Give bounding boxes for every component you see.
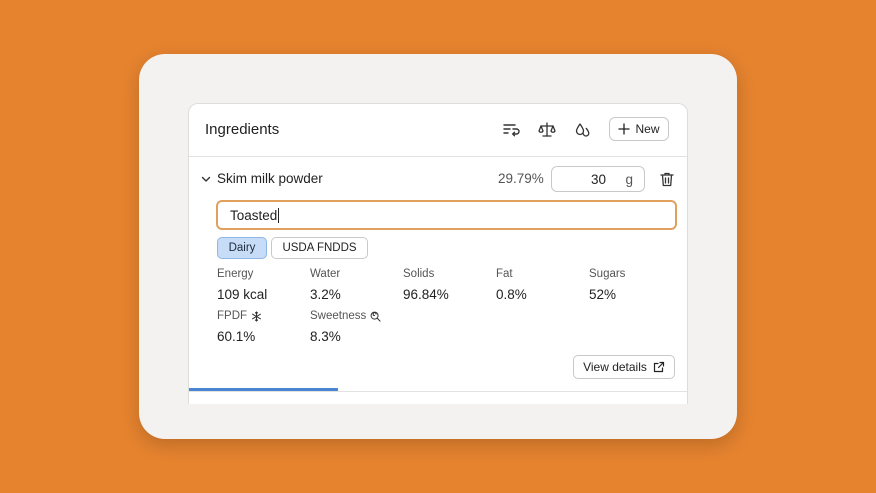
stat-sweetness-value: 8.3% (310, 329, 341, 344)
stat-fpdf: FPDF (217, 310, 262, 322)
note-input-value: Toasted (230, 207, 278, 223)
drops-icon[interactable] (574, 121, 592, 139)
stat-water-value: 3.2% (310, 287, 341, 302)
stat-water-label: Water (310, 268, 341, 280)
tag-label: USDA FNDDS (282, 242, 357, 254)
chevron-down-icon[interactable] (200, 173, 212, 185)
view-details-button[interactable]: View details (573, 355, 675, 379)
ingredient-name: Skim milk powder (217, 171, 323, 186)
tag-label: Dairy (228, 242, 256, 254)
scale-icon[interactable] (538, 121, 556, 139)
stat-energy-value: 109 kcal (217, 287, 268, 302)
stat-sweetness: Sweetness (310, 310, 381, 322)
quantity-input[interactable]: 30 g (551, 166, 645, 192)
trash-icon[interactable] (660, 172, 674, 187)
panel-title: Ingredients (205, 121, 280, 138)
panel-header: Ingredients New (189, 104, 687, 157)
app-window: Ingredients New Skim milk powder 29.79% … (139, 54, 737, 439)
ingredients-panel: Ingredients New Skim milk powder 29.79% … (188, 103, 688, 404)
stat-fpdf-value: 60.1% (217, 329, 256, 344)
stat-fpdf-label: FPDF (217, 310, 248, 322)
stat-fat-value: 0.8% (496, 287, 527, 302)
lollipop-icon (370, 311, 381, 322)
stat-sugars-value: 52% (589, 287, 617, 302)
external-link-icon (653, 361, 665, 373)
ingredient-row: Skim milk powder 29.79% 30 g (189, 157, 687, 201)
ingredient-percent: 29.79% (498, 171, 544, 186)
text-caret (278, 207, 280, 223)
stat-solids-label: Solids (403, 268, 435, 280)
new-ingredient-button[interactable]: New (609, 117, 669, 141)
view-details-label: View details (583, 360, 647, 374)
new-button-label: New (635, 122, 660, 136)
progress-bar (189, 388, 338, 391)
plus-icon (618, 123, 631, 135)
tag-usda-fndds[interactable]: USDA FNDDS (271, 237, 368, 259)
stat-fat-label: Fat (496, 268, 513, 280)
stat-solids-value: 96.84% (403, 287, 449, 302)
ingredient-note-input[interactable]: Toasted (216, 200, 677, 230)
sort-icon[interactable] (502, 121, 520, 139)
progress-track (189, 391, 687, 392)
stat-energy-label: Energy (217, 268, 254, 280)
snowflake-icon (252, 310, 261, 322)
stat-sweetness-label: Sweetness (310, 310, 367, 322)
quantity-value: 30 (590, 172, 606, 187)
quantity-unit: g (625, 172, 633, 187)
stat-sugars-label: Sugars (589, 268, 626, 280)
tag-dairy[interactable]: Dairy (217, 237, 267, 259)
